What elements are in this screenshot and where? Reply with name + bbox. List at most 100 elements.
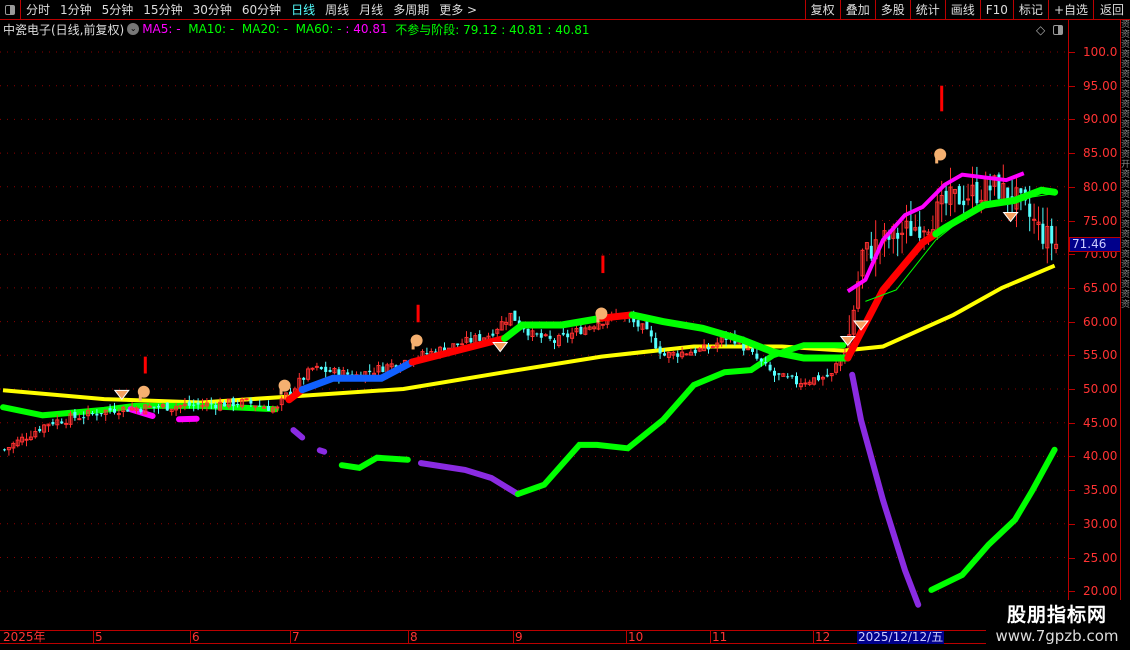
candle-body [654,337,658,349]
candle-body [645,321,649,330]
red-signal-marker [416,304,420,323]
candle-body [909,221,913,236]
candle-body [314,365,319,368]
indicator-line-green [338,454,411,472]
period-tabs: 分时 1分钟 5分钟 15分钟 30分钟 60分钟 日线 周线 月线 多周期 更多 > [21,1,482,18]
candle-body [825,374,829,377]
candle-body [147,405,152,408]
tick-mark [1069,355,1075,357]
candle-body [38,428,42,432]
price-chart[interactable] [0,20,1068,630]
candle-body [543,334,548,337]
red-signal-marker [601,255,605,274]
indicator-line-green [928,446,1058,593]
period-tab[interactable]: 更多 > [434,1,482,18]
hand-pointer-icon [935,156,939,164]
candle-body [795,376,798,385]
candle-body [755,353,759,359]
candle-body [113,408,116,413]
candle-body [425,352,429,355]
tick-mark [1069,153,1075,155]
red-signal-marker [940,85,944,112]
candle-body [636,320,640,327]
red-signal-marker [143,356,147,374]
price-tick: 45.00 [1083,415,1118,430]
tick-mark [1069,557,1075,559]
candle-body [346,372,350,375]
watermark-title: 股朋指标网 [1006,604,1107,626]
tool-button[interactable]: +自选 [1047,0,1093,20]
candle-body [244,398,249,401]
candle-body [51,422,55,425]
tool-button[interactable]: 叠加 [839,0,875,20]
candle-body [95,413,99,416]
date-label: 12 [813,630,831,644]
candle-body [676,353,680,357]
candle-body [539,333,543,338]
candle-body [478,334,482,341]
candle-body [262,406,267,409]
candle-body [324,366,328,372]
hand-pointer-icon [596,315,600,323]
candle-body [1028,203,1032,217]
period-tab[interactable]: 60分钟 [237,1,286,18]
tick-mark [1069,523,1075,525]
date-label: 11 [710,630,728,644]
candle-body [777,373,781,375]
period-tab[interactable]: 5分钟 [97,1,139,18]
indicator-line-purple [418,460,521,498]
date-label: 2025年 [3,630,46,644]
price-tick: 50.00 [1083,382,1118,396]
candle-body [108,408,112,411]
period-tab[interactable]: 多周期 [388,1,434,18]
panel-toggle-button[interactable] [0,0,21,20]
hand-pointer-icon [279,387,283,395]
candle-body [548,335,552,339]
back-button[interactable]: 返回 [1093,0,1130,20]
tool-button[interactable]: 多股 [874,0,910,20]
period-tab[interactable]: 1分钟 [55,1,97,18]
tick-mark [1069,591,1075,593]
price-tick: 95.00 [1083,78,1118,93]
candle-body [658,346,662,354]
period-tab[interactable]: 日线 [286,1,320,18]
candle-body [751,348,754,352]
date-label: 10 [626,630,644,644]
tool-button[interactable]: 统计 [909,0,945,20]
price-tick: 80.00 [1083,179,1118,194]
tool-button[interactable]: 复权 [804,0,840,20]
period-tab[interactable]: 分时 [21,1,55,18]
candle-body [869,245,873,259]
period-tab[interactable]: 周线 [320,1,354,18]
period-tab[interactable]: 15分钟 [138,1,187,18]
period-tab[interactable]: 30分钟 [188,1,237,18]
candle-body [988,185,992,191]
side-tabs-strip[interactable]: 资资资资资资资资资资资资资资开资资资资资资资资资资资资资资 [1120,20,1130,630]
tool-button[interactable]: 标记 [1012,0,1048,20]
candle-body [918,226,922,238]
candle-body [157,406,160,408]
tick-mark [1069,254,1075,256]
candle-body [64,422,69,425]
candle-body [684,353,689,356]
diamond-icon [492,342,509,353]
tick-mark [1069,287,1075,289]
candle-body [962,200,966,206]
candle-body [1050,225,1054,244]
price-tick: 30.00 [1083,516,1118,531]
candle-body [1041,223,1045,244]
candle-body [693,349,697,354]
tool-button[interactable]: 画线 [944,0,980,20]
candle-body [790,375,794,377]
period-tab[interactable]: 月线 [354,1,388,18]
candle-body [328,369,332,372]
price-tick: 75.00 [1083,213,1118,228]
candle-body [152,406,156,408]
tool-button[interactable]: F10 [979,0,1013,20]
candle-body [275,406,280,409]
candle-body [773,370,776,376]
candle-body [196,402,200,405]
candle-body [975,181,979,204]
candle-body [223,402,226,407]
candle-body [944,190,948,204]
